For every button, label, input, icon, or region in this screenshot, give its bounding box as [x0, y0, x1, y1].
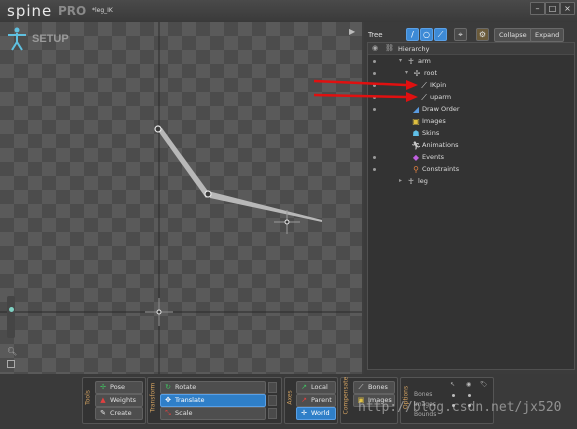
options-header: ↖ ◉ 🏷︎: [414, 381, 490, 389]
filter-bones-icon[interactable]: /: [406, 28, 419, 41]
tree-title: Tree: [368, 31, 383, 39]
tree-column-header: ◉ ⛓ Hierarchy: [368, 43, 574, 55]
options-bones-visible-dot: [468, 394, 471, 397]
tree-row-leg[interactable]: ▸ ☥ leg: [368, 176, 574, 188]
scale-key-button[interactable]: [268, 408, 277, 419]
create-button[interactable]: ✎ Create: [95, 407, 143, 420]
collapse-button[interactable]: Collapse: [494, 28, 532, 42]
transform-group: Transform ↻ Rotate ✥ Translate ⤡ Scale: [147, 377, 282, 424]
viewport-menu-arrow-icon[interactable]: ▶: [349, 27, 355, 36]
skeleton-icon: ☥: [408, 57, 414, 66]
tools-group-label: Tools: [84, 390, 92, 405]
parent-axis-button[interactable]: ↗ Parent: [296, 394, 336, 407]
options-visible-icon: ◉: [466, 381, 472, 388]
rotate-key-button[interactable]: [268, 382, 277, 393]
settings-icon[interactable]: ⚙: [476, 28, 489, 41]
translate-key-button[interactable]: [268, 395, 277, 406]
bone-joint-shoulder[interactable]: [154, 125, 162, 133]
skins-icon: ☗: [412, 129, 420, 138]
fit-view-icon[interactable]: [7, 360, 15, 368]
transform-group-label: Transform: [149, 382, 157, 413]
filter-attachments-icon[interactable]: ⟋: [434, 28, 447, 41]
tree-row-animations[interactable]: 🏃︎ Animations: [368, 140, 574, 152]
tree-row-images[interactable]: ▣ Images: [368, 116, 574, 128]
annotation-arrows: [313, 79, 418, 102]
draw-order-icon: ◢: [412, 105, 420, 114]
parent-axis-icon: ↗: [301, 396, 307, 404]
tree-row-constraints[interactable]: ⚲ Constraints: [368, 164, 574, 176]
link-column-icon[interactable]: ⛓: [385, 44, 394, 52]
tools-group: Tools ✢ Pose ▲ Weights ✎ Create: [82, 377, 146, 424]
options-names-icon: 🏷︎: [480, 381, 488, 388]
bone-forearm[interactable]: [208, 191, 322, 222]
hierarchy-column-label: Hierarchy: [398, 45, 430, 53]
close-button[interactable]: ×: [560, 2, 575, 15]
options-select-icon: ↖: [450, 381, 456, 388]
world-axis-icon: ✛: [301, 409, 307, 417]
bone-joint-elbow[interactable]: [204, 190, 212, 198]
title-bar: spine PRO *leg_IK – □ ×: [0, 0, 577, 22]
zoom-slider[interactable]: [7, 296, 15, 338]
origin-crosshair[interactable]: [145, 298, 173, 326]
project-name: *leg_IK: [92, 7, 113, 14]
zoom-slider-knob[interactable]: [9, 307, 14, 312]
create-icon: ✎: [100, 409, 106, 417]
watermark: http://blog.csdn.net/jx520: [358, 400, 562, 415]
animations-icon: 🏃︎: [411, 141, 422, 150]
constraints-icon: ⚲: [413, 165, 419, 174]
zoom-icon[interactable]: 🔍︎: [7, 347, 17, 356]
events-icon: ◆: [412, 153, 420, 162]
skeleton-icon: ☥: [408, 177, 414, 186]
axes-group: Axes ↗ Local ↗ Parent ✛ World: [284, 377, 338, 424]
rotate-icon: ↻: [165, 383, 171, 391]
compensate-bones-button[interactable]: ⟋ Bones: [353, 381, 395, 394]
tree-header: Tree / ○ ⟋ ⌖ ⚙ Collapse Expand: [364, 24, 577, 44]
setup-mode-icon: [8, 27, 26, 51]
expand-button[interactable]: Expand: [530, 28, 565, 42]
tree-row-skins[interactable]: ☗ Skins: [368, 128, 574, 140]
world-axis-button[interactable]: ✛ World: [296, 407, 336, 420]
tree-row-arm[interactable]: ▾ ☥ arm: [368, 56, 574, 68]
options-bones-select-dot: [452, 394, 455, 397]
tree-row-draw-order[interactable]: ◢ Draw Order: [368, 104, 574, 116]
scale-icon: ⤡: [165, 409, 171, 417]
rotate-button[interactable]: ↻ Rotate: [160, 381, 266, 394]
viewport[interactable]: SETUP ▶ 🔍︎: [0, 22, 362, 374]
spine-editor-window: spine PRO *leg_IK – □ × SETUP ▶ 🔍︎ Tree …: [0, 0, 577, 429]
bones-icon: ⟋: [358, 383, 364, 391]
options-bones-label: Bones: [414, 391, 433, 398]
options-row-bones[interactable]: Bones: [414, 391, 490, 400]
scale-button[interactable]: ⤡ Scale: [160, 407, 266, 420]
app-edition: PRO: [58, 4, 87, 18]
focus-icon[interactable]: ⌖: [454, 28, 467, 41]
bone-uparm[interactable]: [156, 128, 210, 198]
mode-label: SETUP: [32, 33, 69, 45]
translate-icon: ✥: [165, 396, 171, 404]
pose-button[interactable]: ✢ Pose: [95, 381, 143, 394]
local-axis-button[interactable]: ↗ Local: [296, 381, 336, 394]
app-logo: spine: [7, 2, 53, 20]
filter-slots-icon[interactable]: ○: [420, 28, 433, 41]
visibility-column-icon[interactable]: ◉: [372, 44, 378, 52]
images-icon: ▣: [412, 117, 420, 126]
minimize-button[interactable]: –: [530, 2, 545, 15]
local-axis-icon: ↗: [301, 383, 307, 391]
translate-button[interactable]: ✥ Translate: [160, 394, 266, 407]
pose-icon: ✢: [100, 383, 106, 391]
compensate-group-label: Compensate: [342, 376, 350, 415]
tree-row-events[interactable]: ◆ Events: [368, 152, 574, 164]
maximize-button[interactable]: □: [545, 2, 560, 15]
viewport-canvas[interactable]: [0, 22, 362, 374]
weights-button[interactable]: ▲ Weights: [95, 394, 143, 407]
axes-group-label: Axes: [286, 390, 294, 405]
weights-icon: ▲: [100, 396, 106, 404]
